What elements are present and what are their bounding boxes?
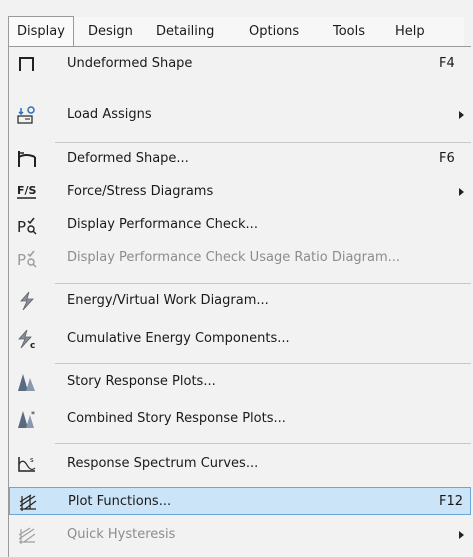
svg-text:c: c [30, 341, 35, 349]
menu-separator [55, 363, 471, 364]
menu-bar: Display Design Detailing Options Tools H… [8, 16, 464, 47]
menu-item-force-stress-diagrams[interactable]: F/S Force/Stress Diagrams [9, 178, 471, 206]
display-dropdown-menu: Undeformed Shape F4 Load Assigns Deforme… [8, 46, 471, 557]
menu-item-shortcut: F6 [439, 151, 455, 166]
menu-item-label: Deformed Shape... [67, 151, 189, 166]
energy-icon [16, 291, 38, 311]
menu-item-energy-virtual-work[interactable]: Energy/Virtual Work Diagram... [9, 287, 471, 315]
plot-functions-icon [17, 492, 39, 512]
menu-separator [55, 443, 471, 444]
menu-item-undeformed-shape[interactable]: Undeformed Shape F4 [9, 50, 471, 78]
menu-item-label: Force/Stress Diagrams [67, 184, 214, 199]
menu-item-quick-hysteresis[interactable]: Quick Hysteresis [9, 521, 471, 549]
load-assigns-icon [16, 105, 38, 125]
menu-item-cumulative-energy[interactable]: c Cumulative Energy Components... [9, 325, 471, 353]
menu-item-label: Undeformed Shape [67, 56, 193, 71]
menu-item-label: Display Performance Check Usage Ratio Di… [67, 250, 401, 265]
app-window: Display Design Detailing Options Tools H… [0, 0, 473, 557]
menu-item-usage-ratio-diagram[interactable]: P Display Performance Check Usage Ratio … [9, 244, 471, 272]
quick-hysteresis-icon [16, 525, 38, 545]
menu-item-label: Story Response Plots... [67, 374, 216, 389]
menu-item-shortcut: F12 [439, 494, 464, 509]
menu-options[interactable]: Options [241, 17, 307, 47]
menu-item-label: Response Spectrum Curves... [67, 456, 259, 471]
menu-item-label: Combined Story Response Plots... [67, 411, 286, 426]
menu-item-shortcut: F4 [439, 56, 455, 71]
svg-text:*: * [31, 410, 35, 419]
submenu-arrow-icon [459, 111, 464, 119]
force-stress-icon: F/S [16, 182, 38, 202]
svg-text:P: P [17, 251, 26, 268]
svg-text:s: s [30, 456, 34, 464]
menu-item-label: Cumulative Energy Components... [67, 331, 290, 346]
menu-tools[interactable]: Tools [325, 17, 373, 47]
svg-text:P: P [17, 218, 26, 235]
menu-item-combined-story-response[interactable]: * Combined Story Response Plots... [9, 405, 471, 433]
undeformed-shape-icon [16, 54, 38, 74]
submenu-arrow-icon [459, 188, 464, 196]
menu-separator [55, 283, 471, 284]
submenu-arrow-icon [459, 531, 464, 539]
menu-separator [55, 142, 471, 143]
performance-check-icon: P [16, 215, 38, 236]
menu-design[interactable]: Design [80, 17, 141, 47]
svg-text:F/S: F/S [17, 184, 37, 197]
menu-item-label: Display Performance Check... [67, 217, 258, 232]
menu-help[interactable]: Help [387, 17, 433, 47]
cumulative-energy-icon: c [16, 329, 38, 351]
menu-item-plot-functions[interactable]: Plot Functions... F12 [9, 487, 471, 515]
response-spectrum-icon: s [16, 454, 38, 474]
menu-item-deformed-shape[interactable]: Deformed Shape... F6 [9, 145, 471, 173]
menu-item-response-spectrum-curves[interactable]: s Response Spectrum Curves... [9, 450, 471, 478]
deformed-shape-icon [16, 149, 38, 169]
story-response-icon [16, 372, 38, 392]
menu-detailing[interactable]: Detailing [148, 17, 222, 47]
menu-item-load-assigns[interactable]: Load Assigns [9, 101, 471, 129]
menu-item-label: Energy/Virtual Work Diagram... [67, 293, 269, 308]
combined-story-icon: * [16, 409, 38, 429]
menu-item-story-response-plots[interactable]: Story Response Plots... [9, 368, 471, 396]
menu-item-display-performance-check[interactable]: P Display Performance Check... [9, 211, 471, 239]
menu-display[interactable]: Display [8, 16, 74, 46]
usage-ratio-icon: P [16, 248, 38, 269]
menu-item-label: Load Assigns [67, 107, 152, 122]
menu-item-label: Plot Functions... [68, 494, 172, 509]
menu-item-label: Quick Hysteresis [67, 527, 176, 542]
